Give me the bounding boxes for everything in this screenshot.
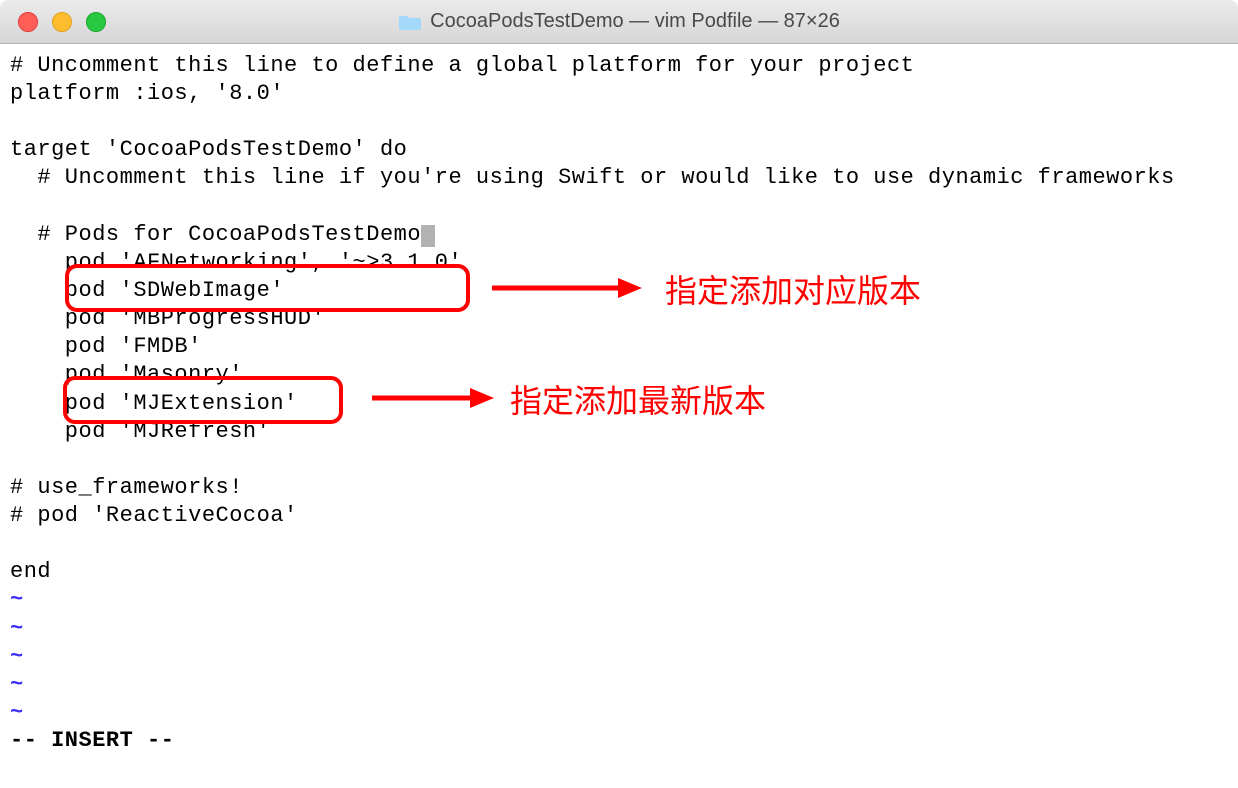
code-line: pod 'AFNetworking', '~>3.1.0' (10, 249, 1228, 277)
code-line (10, 193, 1228, 221)
code-line: target 'CocoaPodsTestDemo' do (10, 136, 1228, 164)
code-line: pod 'MBProgressHUD' (10, 305, 1228, 333)
code-line (10, 446, 1228, 474)
code-line: pod 'MJExtension' (10, 390, 1228, 418)
maximize-button[interactable] (86, 12, 106, 32)
code-line: # use_frameworks! (10, 474, 1228, 502)
vim-empty-line: ~ (10, 586, 1228, 614)
code-line: pod 'FMDB' (10, 333, 1228, 361)
code-line (10, 108, 1228, 136)
vim-empty-line: ~ (10, 615, 1228, 643)
code-line: # Pods for CocoaPodsTestDemo (10, 221, 1228, 249)
window-titlebar: CocoaPodsTestDemo — vim Podfile — 87×26 (0, 0, 1238, 44)
vim-empty-line: ~ (10, 643, 1228, 671)
vim-mode-line: -- INSERT -- (10, 727, 1228, 755)
code-line: pod 'SDWebImage' (10, 277, 1228, 305)
code-line: pod 'Masonry' (10, 361, 1228, 389)
traffic-lights (18, 12, 106, 32)
minimize-button[interactable] (52, 12, 72, 32)
code-line: # Uncomment this line to define a global… (10, 52, 1228, 80)
code-line: platform :ios, '8.0' (10, 80, 1228, 108)
window-title: CocoaPodsTestDemo — vim Podfile — 87×26 (430, 10, 840, 33)
vim-empty-line: ~ (10, 671, 1228, 699)
code-line: end (10, 558, 1228, 586)
code-line: pod 'MJRefresh' (10, 418, 1228, 446)
close-button[interactable] (18, 12, 38, 32)
code-line: # pod 'ReactiveCocoa' (10, 502, 1228, 530)
vim-empty-line: ~ (10, 699, 1228, 727)
folder-icon (398, 13, 422, 31)
text-cursor (421, 225, 435, 247)
terminal-content[interactable]: # Uncomment this line to define a global… (0, 44, 1238, 763)
code-line (10, 530, 1228, 558)
code-line: # Uncomment this line if you're using Sw… (10, 164, 1228, 192)
